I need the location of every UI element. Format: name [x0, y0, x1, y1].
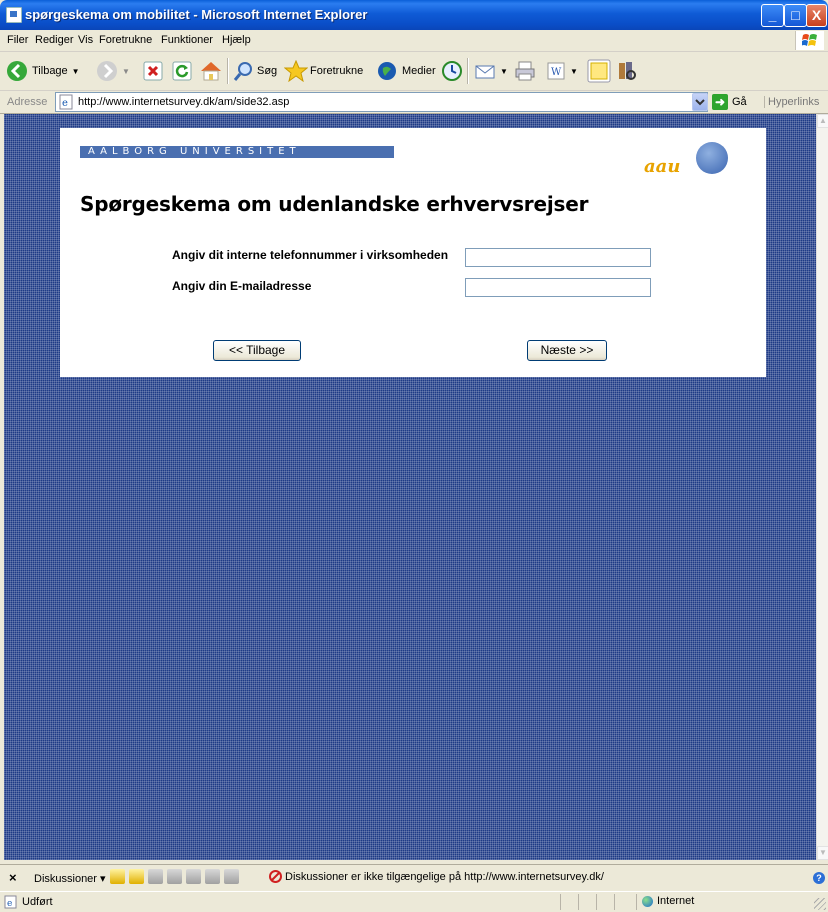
reply-discussion-icon[interactable] [129, 869, 144, 884]
back-button[interactable]: Tilbage ▼ [6, 52, 80, 90]
close-button[interactable]: X [806, 4, 827, 27]
title-bar[interactable]: spørgeskema om mobilitet - Microsoft Int… [0, 0, 828, 30]
address-bar: Adresse e http://www.internetsurvey.dk/a… [0, 91, 828, 114]
page-title: Spørgeskema om udenlandske erhvervsrejse… [80, 192, 589, 216]
collapse-discussion-icon[interactable] [167, 869, 182, 884]
svg-text:W: W [551, 67, 562, 78]
page-icon [6, 7, 22, 23]
refresh-icon [172, 61, 192, 81]
phone-label: Angiv dit interne telefonnummer i virkso… [172, 248, 449, 262]
discussion-pane-icon[interactable] [224, 869, 239, 884]
media-icon [378, 62, 396, 80]
minimize-button[interactable]: _ [761, 4, 784, 27]
research-button[interactable] [616, 52, 638, 90]
favorites-button[interactable]: Foretrukne [284, 52, 363, 90]
favorites-star-icon [284, 60, 308, 82]
history-button[interactable] [441, 52, 463, 90]
help-icon[interactable]: ? [813, 872, 825, 884]
back-arrow-icon [7, 61, 27, 81]
survey-card: AALBORG UNIVERSITET aau Spørgeskema om u… [60, 128, 766, 377]
close-discussion-icon[interactable]: × [9, 870, 17, 885]
note-icon [587, 59, 611, 83]
address-url: http://www.internetsurvey.dk/am/side32.a… [78, 96, 290, 108]
discussion-bar: × Diskussioner ▾ Diskussioner er ikke ti… [0, 864, 828, 891]
address-label: Adresse [7, 96, 48, 108]
search-button[interactable]: Søg [233, 52, 277, 90]
aau-logo-emblem-icon [696, 142, 728, 174]
discussion-status: Diskussioner er ikke tilgængelige på htt… [269, 870, 604, 883]
toolbar: Tilbage ▼ ▼ Søg Foretrukne Medier ▼ W ▼ [0, 52, 828, 91]
research-icon [619, 62, 636, 80]
search-icon [233, 62, 252, 81]
phone-input[interactable] [465, 248, 651, 267]
go-arrow-icon: ➜ [712, 94, 728, 110]
word-icon: W [547, 62, 565, 80]
status-text: Udført [22, 896, 53, 908]
menu-bar: Filer Rediger Vis Foretrukne Funktioner … [0, 30, 828, 52]
menu-edit[interactable]: Rediger [35, 34, 74, 46]
email-label: Angiv din E-mailadresse [172, 279, 312, 293]
security-zone: Internet [642, 895, 694, 907]
next-page-button[interactable]: Næste >> [527, 340, 607, 361]
mail-icon [475, 65, 495, 79]
address-dropdown-icon[interactable] [692, 93, 708, 111]
svg-text:e: e [7, 899, 12, 909]
links-button[interactable]: Hyperlinks [764, 96, 819, 108]
stop-button[interactable] [143, 52, 163, 90]
address-input[interactable]: e http://www.internetsurvey.dk/am/side32… [55, 92, 708, 112]
ie-page-icon: e [59, 94, 73, 110]
notes-button[interactable] [587, 52, 611, 90]
edit-dropdown-icon[interactable]: ▼ [570, 67, 578, 76]
browser-window: spørgeskema om mobilitet - Microsoft Int… [0, 0, 828, 912]
menu-view[interactable]: Vis [78, 34, 93, 46]
no-discussion-icon [269, 870, 282, 883]
university-brand-bar: AALBORG UNIVERSITET [80, 146, 394, 158]
refresh-button[interactable] [172, 52, 192, 90]
edit-discussion-icon[interactable] [186, 869, 201, 884]
scroll-down-icon[interactable]: ▼ [817, 846, 828, 860]
email-input[interactable] [465, 278, 651, 297]
expand-discussion-icon[interactable] [148, 869, 163, 884]
history-icon [442, 61, 462, 81]
new-discussion-icon[interactable] [110, 869, 125, 884]
mail-dropdown-icon[interactable]: ▼ [500, 67, 508, 76]
home-button[interactable] [199, 52, 223, 90]
mail-button[interactable]: ▼ [474, 52, 508, 90]
discussion-menu[interactable]: Diskussioner ▾ [34, 872, 106, 885]
aau-logo-text: aau [644, 156, 681, 177]
home-icon [201, 62, 221, 81]
menu-tools[interactable]: Funktioner [161, 34, 213, 46]
windows-logo-icon [795, 31, 824, 50]
done-page-icon: e [4, 895, 17, 909]
status-text-area: e Udført [4, 895, 53, 909]
internet-globe-icon [642, 895, 653, 907]
forward-arrow-icon [97, 61, 117, 81]
delete-discussion-icon[interactable] [205, 869, 220, 884]
menu-help[interactable]: Hjælp [222, 34, 251, 46]
back-page-button[interactable]: << Tilbage [213, 340, 301, 361]
svg-text:e: e [62, 98, 68, 109]
status-bar: e Udført Internet [0, 891, 828, 912]
menu-favorites[interactable]: Foretrukne [99, 34, 152, 46]
forward-dropdown-icon[interactable]: ▼ [122, 67, 130, 76]
print-icon [515, 61, 535, 81]
maximize-button[interactable]: □ [784, 4, 807, 27]
go-button[interactable]: ➜ Gå [712, 92, 762, 112]
resize-grip-icon[interactable] [814, 898, 826, 910]
back-dropdown-icon[interactable]: ▼ [72, 67, 80, 76]
edit-word-button[interactable]: W ▼ [546, 52, 578, 90]
discussion-tools [110, 869, 239, 884]
window-title: spørgeskema om mobilitet - Microsoft Int… [25, 7, 368, 22]
scroll-up-icon[interactable]: ▲ [817, 114, 828, 128]
stop-icon [143, 61, 163, 81]
aau-logo: aau [644, 142, 744, 182]
forward-button[interactable]: ▼ [96, 52, 130, 90]
menu-file[interactable]: Filer [7, 34, 28, 46]
vertical-scrollbar[interactable]: ▲ ▼ [816, 114, 828, 860]
print-button[interactable] [514, 52, 536, 90]
media-button[interactable]: Medier [376, 52, 436, 90]
page-viewport: AALBORG UNIVERSITET aau Spørgeskema om u… [4, 114, 816, 860]
